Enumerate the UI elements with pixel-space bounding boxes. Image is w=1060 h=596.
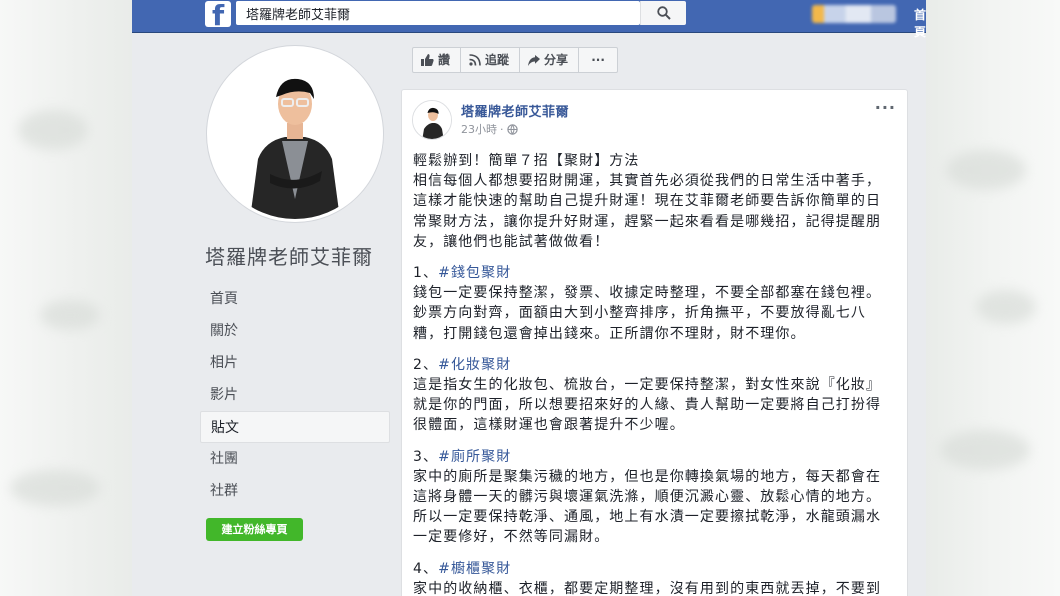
nav-item-videos[interactable]: 影片 (200, 379, 390, 411)
post-author-name[interactable]: 塔羅牌老師艾菲爾 (461, 101, 569, 120)
profile-photo (210, 49, 380, 219)
hashtag-link[interactable]: #化妝聚財 (438, 357, 511, 373)
search-icon (657, 6, 671, 20)
thumbs-up-icon (421, 54, 434, 66)
share-label: 分享 (544, 53, 569, 67)
create-page-button[interactable]: 建立粉絲專頁 (206, 518, 303, 541)
section-3-text: 家中的廁所是聚集污穢的地方，但也是你轉換氣場的地方，每天都會在這將身體一天的髒污… (413, 468, 882, 546)
facebook-logo-icon[interactable]: f (205, 0, 231, 32)
facebook-page-frame: f 塔羅牌老師艾菲爾 首頁 塔羅牌老師艾菲爾 首頁 關於 相片 影片 貼文 社團… (132, 0, 926, 596)
more-options-button[interactable]: ··· (578, 47, 619, 73)
section-4-text: 家中的收納櫃、衣櫃，都要定期整理，沒有用到的東西就丟掉，不要到處堆積，將廚櫃堆得… (413, 580, 882, 596)
hashtag-link[interactable]: #廁所聚財 (438, 449, 511, 465)
post-body: 輕鬆辦到！簡單７招【聚財】方法 相信每個人都想要招財開運，其實首先必須從我們的日… (413, 151, 893, 596)
follow-label: 追蹤 (485, 53, 510, 67)
post-time[interactable]: 23小時 (461, 121, 497, 137)
post-title: 輕鬆辦到！簡單７招【聚財】方法 (413, 153, 640, 169)
globe-icon (506, 123, 518, 135)
section-1-heading: 1、#錢包聚財 (413, 265, 512, 282)
rss-follow-icon (469, 54, 481, 66)
hashtag-link[interactable]: #錢包聚財 (438, 265, 511, 281)
page-sidebar: 塔羅牌老師艾菲爾 首頁 關於 相片 影片 貼文 社團 社群 建立粉絲專頁 (200, 33, 390, 596)
share-arrow-icon (528, 54, 541, 66)
home-link[interactable]: 首頁 (914, 6, 926, 40)
page-action-bar: 讚 追蹤 分享 ··· (412, 47, 619, 73)
nav-item-groups[interactable]: 社團 (200, 443, 390, 475)
top-bar: f 塔羅牌老師艾菲爾 首頁 (132, 0, 926, 39)
search-value: 塔羅牌老師艾菲爾 (246, 8, 351, 23)
share-button[interactable]: 分享 (519, 47, 580, 73)
user-profile-link[interactable] (812, 5, 896, 23)
like-label: 讚 (438, 53, 451, 67)
post-intro: 相信每個人都想要招財開運，其實首先必須從我們的日常生活中著手，這樣才能快速的幫助… (413, 173, 882, 250)
nav-item-home[interactable]: 首頁 (200, 283, 390, 315)
page-name[interactable]: 塔羅牌老師艾菲爾 (205, 241, 373, 270)
more-options-icon: ··· (591, 53, 605, 67)
post-author-avatar[interactable] (412, 100, 452, 140)
hashtag-link[interactable]: #櫥櫃聚財 (438, 561, 511, 577)
follow-button[interactable]: 追蹤 (460, 47, 521, 73)
background-blur-left (0, 0, 132, 596)
section-1-text: 錢包一定要保持整潔，發票、收據定時整理，不要全部都塞在錢包裡。鈔票方向對齊，面額… (413, 285, 882, 342)
section-2-text: 這是指女生的化妝包、梳妝台，一定要保持整潔，對女性來說『化妝』就是你的門面，所以… (413, 377, 882, 434)
post-card: 塔羅牌老師艾菲爾 23小時 · ··· 輕鬆辦到！簡單７招【聚財】方法 相信每個… (401, 89, 908, 596)
author-avatar-image (413, 101, 451, 139)
nav-item-community[interactable]: 社群 (200, 475, 390, 507)
nav-item-about[interactable]: 關於 (200, 315, 390, 347)
post-meta: 23小時 · (461, 121, 518, 137)
section-3-heading: 3、#廁所聚財 (413, 448, 512, 465)
search-button[interactable] (640, 1, 686, 25)
post-meta-separator: · (500, 122, 504, 136)
section-4-heading: 4、#櫥櫃聚財 (413, 560, 512, 577)
page-profile-picture[interactable] (207, 46, 383, 222)
nav-item-posts[interactable]: 貼文 (200, 411, 390, 443)
section-2-heading: 2、#化妝聚財 (413, 356, 512, 373)
post-menu-icon[interactable]: ··· (875, 98, 896, 117)
nav-item-photos[interactable]: 相片 (200, 347, 390, 379)
page-nav: 首頁 關於 相片 影片 貼文 社團 社群 (200, 283, 390, 507)
like-button[interactable]: 讚 (412, 47, 462, 73)
background-blur-right (926, 0, 1060, 596)
search-input[interactable]: 塔羅牌老師艾菲爾 (236, 1, 640, 25)
